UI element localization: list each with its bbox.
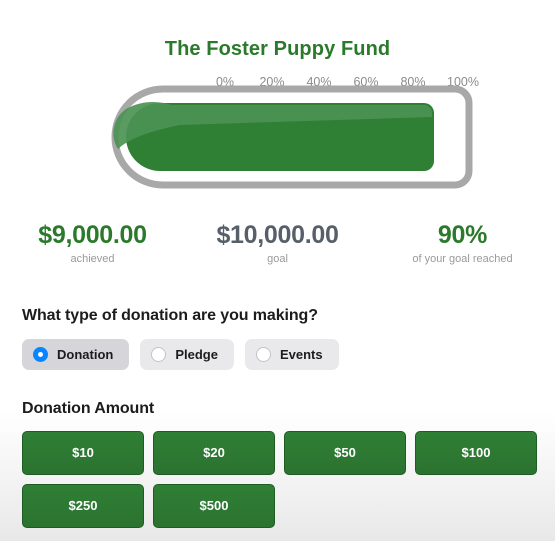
thermometer-graphic (111, 85, 473, 189)
amount-button-20[interactable]: $20 (153, 430, 275, 475)
donation-type-options: Donation Pledge Events (0, 325, 555, 370)
stat-goal: $10,000.00 goal (185, 221, 370, 265)
donation-amount-options: $10 $20 $50 $100 $250 $500 (0, 418, 555, 528)
donation-page: The Foster Puppy Fund 0% 20% 40% 60% 80%… (0, 0, 555, 541)
fundraising-thermometer: 0% 20% 40% 60% 80% 100% (0, 75, 555, 215)
radio-option-events[interactable]: Events (244, 338, 339, 370)
amount-button-50[interactable]: $50 (284, 430, 406, 475)
stat-achieved-label: achieved (70, 252, 115, 265)
radio-unselected-icon (151, 346, 167, 362)
thermometer-fill (113, 101, 434, 171)
radio-option-events-label: Events (279, 346, 323, 362)
page-title: The Foster Puppy Fund (164, 38, 391, 60)
amount-button-100[interactable]: $100 (415, 430, 537, 475)
amount-button-10[interactable]: $10 (22, 430, 144, 475)
stat-percent-value: 90% (437, 221, 488, 249)
stat-goal-label: goal (267, 252, 288, 265)
donation-type-heading: What type of donation are you making? (22, 306, 318, 324)
donation-amount-heading: Donation Amount (22, 399, 155, 417)
radio-option-pledge-label: Pledge (175, 346, 218, 362)
stat-percent-label: of your goal reached (412, 252, 513, 265)
stat-goal-value: $10,000.00 (216, 221, 339, 249)
radio-selected-icon (33, 346, 48, 362)
stat-achieved: $9,000.00 achieved (0, 221, 185, 265)
stat-achieved-value: $9,000.00 (38, 221, 147, 249)
radio-option-donation-label: Donation (57, 346, 114, 362)
radio-option-pledge[interactable]: Pledge (140, 338, 234, 370)
amount-button-250[interactable]: $250 (22, 483, 144, 528)
radio-option-donation[interactable]: Donation (22, 338, 130, 370)
amount-button-500[interactable]: $500 (153, 483, 275, 528)
fundraising-stats: $9,000.00 achieved $10,000.00 goal 90% o… (0, 221, 555, 265)
radio-unselected-icon (255, 346, 271, 362)
stat-percent: 90% of your goal reached (370, 221, 555, 265)
